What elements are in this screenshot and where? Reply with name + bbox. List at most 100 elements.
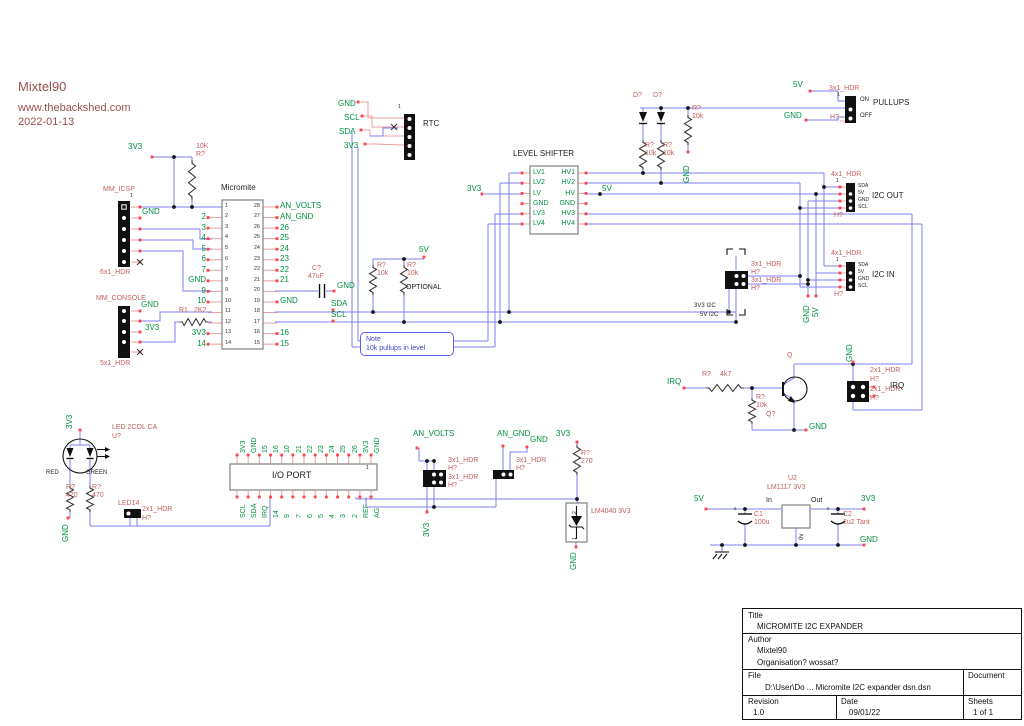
pin-end-square[interactable]	[276, 206, 279, 209]
junction-dot[interactable]	[190, 205, 194, 209]
ground-symbol[interactable]	[723, 554, 727, 559]
pin-end-square[interactable]	[207, 301, 210, 304]
i2c-in-header-pin[interactable]	[849, 278, 853, 282]
irq-header-pin[interactable]	[851, 385, 855, 389]
pin-end-square[interactable]	[207, 269, 210, 272]
pin-end-square[interactable]	[139, 206, 142, 209]
pin-end-square[interactable]	[207, 332, 210, 335]
pin-end-square[interactable]	[207, 216, 210, 219]
pin-end-square[interactable]	[258, 496, 261, 499]
components-layer[interactable]	[63, 96, 869, 559]
pin-end-square[interactable]	[280, 496, 283, 499]
jumper-bracket[interactable]	[739, 249, 745, 255]
component-boxes-layer[interactable]	[222, 166, 810, 542]
pin-end-square[interactable]	[347, 454, 350, 457]
i2c-level-jumper-header[interactable]	[725, 271, 748, 289]
titleblock-sheets-value[interactable]: 1 of 1	[973, 708, 993, 717]
junction-dot[interactable]	[641, 171, 645, 175]
pin-end-square[interactable]	[585, 182, 588, 185]
mm-icsp-header[interactable]	[118, 201, 130, 267]
pin-end-square[interactable]	[291, 496, 294, 499]
mm-icsp-header-pin[interactable]	[122, 238, 126, 242]
pin-end-square[interactable]	[139, 310, 142, 313]
pin-end-square[interactable]	[236, 496, 239, 499]
junction-dot[interactable]	[720, 543, 724, 547]
rtc-header-pin[interactable]	[408, 144, 412, 148]
pin-end-square[interactable]	[370, 454, 373, 457]
pin-end-square[interactable]	[521, 192, 524, 195]
pin-end-square[interactable]	[276, 343, 279, 346]
wire[interactable]	[806, 117, 848, 120]
pin-end-square[interactable]	[839, 286, 842, 289]
pin-end-square[interactable]	[280, 454, 283, 457]
pullups-header-pin[interactable]	[849, 117, 853, 121]
an-volts-header-pin[interactable]	[439, 481, 443, 485]
pin-end-square[interactable]	[325, 496, 328, 499]
pin-end-square[interactable]	[236, 454, 239, 457]
pin-end-square[interactable]	[839, 200, 842, 203]
irq-header-pin[interactable]	[861, 394, 865, 398]
pin-end-square[interactable]	[276, 332, 279, 335]
resistor[interactable]	[685, 115, 692, 145]
diode[interactable]	[67, 448, 74, 457]
pin-end-square[interactable]	[521, 202, 524, 205]
junction-dot[interactable]	[432, 459, 436, 463]
an-volts-header-pin[interactable]	[432, 481, 436, 485]
pin-end-square[interactable]	[139, 320, 142, 323]
mm-icsp-header-pin[interactable]	[122, 260, 126, 264]
rtc-header-pin[interactable]	[408, 126, 412, 130]
junction-dot[interactable]	[172, 155, 176, 159]
irq-header[interactable]	[847, 381, 869, 402]
pin-end-square[interactable]	[576, 441, 579, 444]
pin-end-square[interactable]	[276, 216, 279, 219]
pin-end-square[interactable]	[333, 290, 336, 293]
pin-stub[interactable]	[365, 144, 404, 145]
junction-dot[interactable]	[794, 543, 798, 547]
wire[interactable]	[356, 497, 577, 499]
mm-icsp-header-pin[interactable]	[122, 216, 126, 220]
pin-end-square[interactable]	[276, 237, 279, 240]
i2c-out-header-pin[interactable]	[849, 192, 853, 196]
pin-end-square[interactable]	[683, 387, 686, 390]
i2c-level-jumper-header-pin[interactable]	[735, 274, 739, 278]
pin-end-square[interactable]	[585, 192, 588, 195]
pin-end-square[interactable]	[139, 331, 142, 334]
wire[interactable]	[370, 128, 398, 136]
an-volts-header-pin[interactable]	[432, 473, 436, 477]
mm-icsp-header-pin[interactable]	[122, 249, 126, 253]
pin-end-square[interactable]	[291, 454, 294, 457]
pin-end-square[interactable]	[347, 496, 350, 499]
pin-end-square[interactable]	[67, 517, 70, 520]
pin-end-square[interactable]	[815, 295, 818, 298]
an-volts-header[interactable]	[423, 470, 446, 487]
pin-end-square[interactable]	[336, 496, 339, 499]
pin-end-square[interactable]	[269, 496, 272, 499]
resistor[interactable]	[706, 385, 744, 392]
pin-end-square[interactable]	[863, 508, 866, 511]
junction-dot[interactable]	[836, 543, 840, 547]
junction-dot[interactable]	[743, 543, 747, 547]
pin-end-square[interactable]	[526, 446, 529, 449]
pin-end-square[interactable]	[521, 172, 524, 175]
pin-end-square[interactable]	[585, 212, 588, 215]
pin-end-square[interactable]	[276, 279, 279, 282]
pin-end-square[interactable]	[139, 228, 142, 231]
i2c-level-jumper-header-pin[interactable]	[735, 282, 739, 286]
pin-end-square[interactable]	[839, 186, 842, 189]
pin-end-square[interactable]	[139, 217, 142, 220]
titleblock-file-path[interactable]: D:\User\Do ... Micromite I2C expander ds…	[765, 683, 931, 692]
pin-end-square[interactable]	[139, 341, 142, 344]
lm1117-regulator[interactable]	[782, 505, 810, 528]
titleblock-organisation[interactable]: Organisation? wossat?	[757, 658, 838, 667]
note-annotation[interactable]: Note 10k pullups in level	[360, 332, 454, 356]
resistor[interactable]	[180, 319, 208, 326]
rtc-header-pin[interactable]	[408, 117, 412, 121]
pin-end-square[interactable]	[303, 454, 306, 457]
resistor[interactable]	[370, 265, 377, 295]
pin-end-square[interactable]	[258, 454, 261, 457]
junction-dot[interactable]	[172, 205, 176, 209]
pin-end-square[interactable]	[502, 445, 505, 448]
titleblock-date-value[interactable]: 09/01/22	[849, 708, 880, 717]
pin-end-square[interactable]	[585, 172, 588, 175]
pin-end-square[interactable]	[325, 454, 328, 457]
